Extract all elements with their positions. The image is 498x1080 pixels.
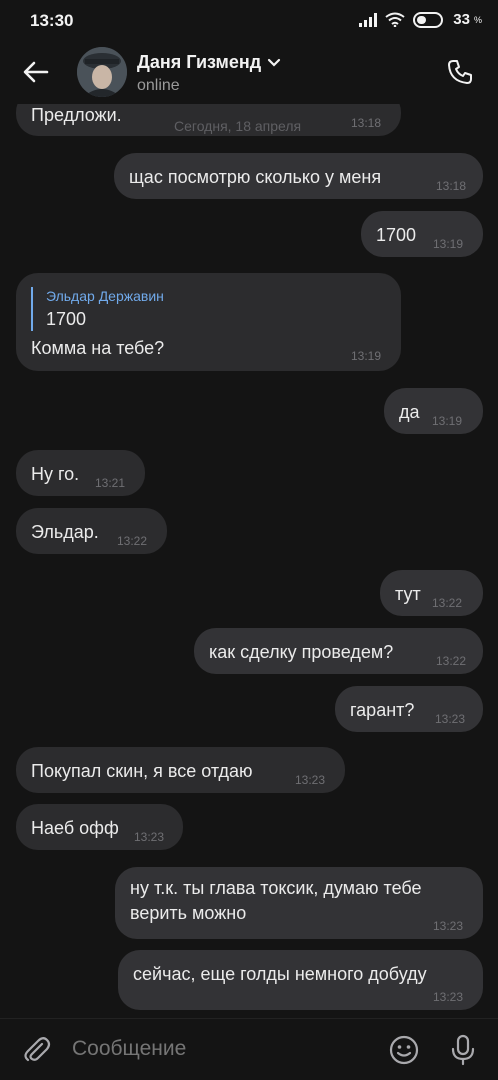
message-text: Ну го. [31,464,80,484]
contact-name-text: Даня Гизменд [137,52,262,72]
percent-sign: % [473,14,482,25]
reply-author: Эльдар Державин [46,288,164,304]
message-time: 13:21 [95,476,126,490]
message-bubble[interactable]: Эльдар. 13:22 [16,508,167,554]
message-time: 13:22 [432,596,463,610]
avatar[interactable] [77,47,127,97]
message-text: тут [395,584,421,604]
attach-button[interactable] [20,1033,54,1067]
message-bubble[interactable]: Покупал скин, я все отдаю 13:23 [16,747,345,793]
wifi-icon [385,12,405,27]
message-text: Эльдар. [31,522,99,542]
status-icons: 33 % [359,11,482,28]
battery-percent: 33 [453,11,470,28]
call-button[interactable] [440,52,480,92]
back-button[interactable] [18,54,54,90]
arrow-left-icon [23,61,49,83]
message-text: Покупал скин, я все отдаю [31,761,253,781]
message-time: 13:22 [436,654,467,668]
message-text: Комма на тебе? [31,338,165,358]
message-text: гарант? [350,700,415,720]
message-text: да [399,402,420,422]
message-time: 13:23 [433,919,464,933]
message-list[interactable]: Предложи. 13:18 Сегодня, 18 апреля щас п… [0,104,498,1018]
message-bubble[interactable]: как сделку проведем? 13:22 [194,628,483,674]
phone-icon [448,60,472,84]
status-bar: 13:30 33 % [0,0,498,42]
message-bubble[interactable]: Ну го. 13:21 [16,450,145,496]
message-text: 1700 [376,225,417,245]
microphone-icon [451,1034,475,1066]
paperclip-icon [24,1037,51,1062]
signal-icon [359,12,378,27]
message-bubble[interactable]: тут 13:22 [380,570,483,616]
message-input[interactable] [72,1037,362,1061]
message-text: сейчас, еще голды немного добуду [133,964,427,984]
message-time: 13:23 [134,830,165,844]
emoji-button[interactable] [387,1033,421,1067]
message-time: 13:18 [436,179,467,193]
message-text: Наеб офф [31,818,119,838]
chat-header: Даня Гизменд online [0,42,498,104]
battery-icon [413,11,444,28]
message-time: 13:19 [432,414,463,428]
message-text: как сделку проведем? [209,642,394,662]
message-time: 13:23 [435,712,466,726]
message-bubble[interactable]: да 13:19 [384,388,483,434]
message-bubble[interactable]: сейчас, еще голды немного добуду 13:23 [118,950,483,1010]
message-time: 13:18 [351,116,382,130]
contact-name[interactable]: Даня Гизменд [137,52,281,73]
date-separator: Сегодня, 18 апреля [174,118,302,134]
message-bubble[interactable]: ну т.к. ты глава токсик, думаю тебе вери… [115,867,483,939]
avatar-image [77,47,127,97]
reply-text: 1700 [46,309,87,329]
message-bubble[interactable]: Эльдар Державин 1700 Комма на тебе? 13:1… [16,273,401,371]
message-time: 13:22 [117,534,148,548]
message-time: 13:23 [433,990,464,1004]
message-bubble[interactable]: 1700 13:19 [361,211,483,257]
message-bubble[interactable]: гарант? 13:23 [335,686,483,732]
status-time: 13:30 [30,11,74,30]
message-time: 13:19 [351,349,382,363]
contact-status: online [137,77,180,94]
message-time: 13:19 [433,237,464,251]
reply-quote[interactable]: Эльдар Державин 1700 [31,287,164,331]
message-text: щас посмотрю сколько у меня [129,167,382,187]
smile-icon [389,1035,419,1065]
message-bubble[interactable]: Наеб офф 13:23 [16,804,183,850]
message-text: ну т.к. ты глава токсик, думаю тебе вери… [130,878,422,923]
message-composer [0,1018,498,1080]
chevron-down-icon [268,58,281,67]
voice-message-button[interactable] [446,1033,480,1067]
message-text: Предложи. [31,105,122,125]
message-time: 13:23 [295,773,326,787]
message-bubble[interactable]: щас посмотрю сколько у меня 13:18 [114,153,483,199]
